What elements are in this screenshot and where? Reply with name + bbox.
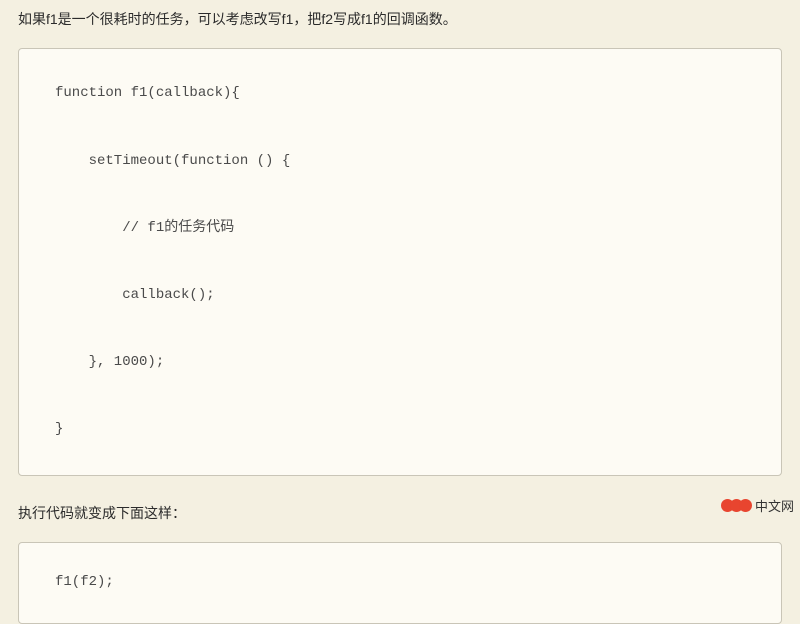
code-block-f1: function f1(callback){ setTimeout(functi… (18, 48, 782, 476)
watermark-text: 中文网 (755, 496, 794, 515)
paragraph-intro: 如果f1是一个很耗时的任务，可以考虑改写f1，把f2写成f1的回调函数。 (18, 8, 782, 30)
watermark-logo-icon (721, 499, 752, 512)
watermark: 中文网 (721, 496, 794, 515)
paragraph-execution: 执行代码就变成下面这样： (18, 502, 782, 524)
code-block-f1f2: f1(f2); (18, 542, 782, 624)
